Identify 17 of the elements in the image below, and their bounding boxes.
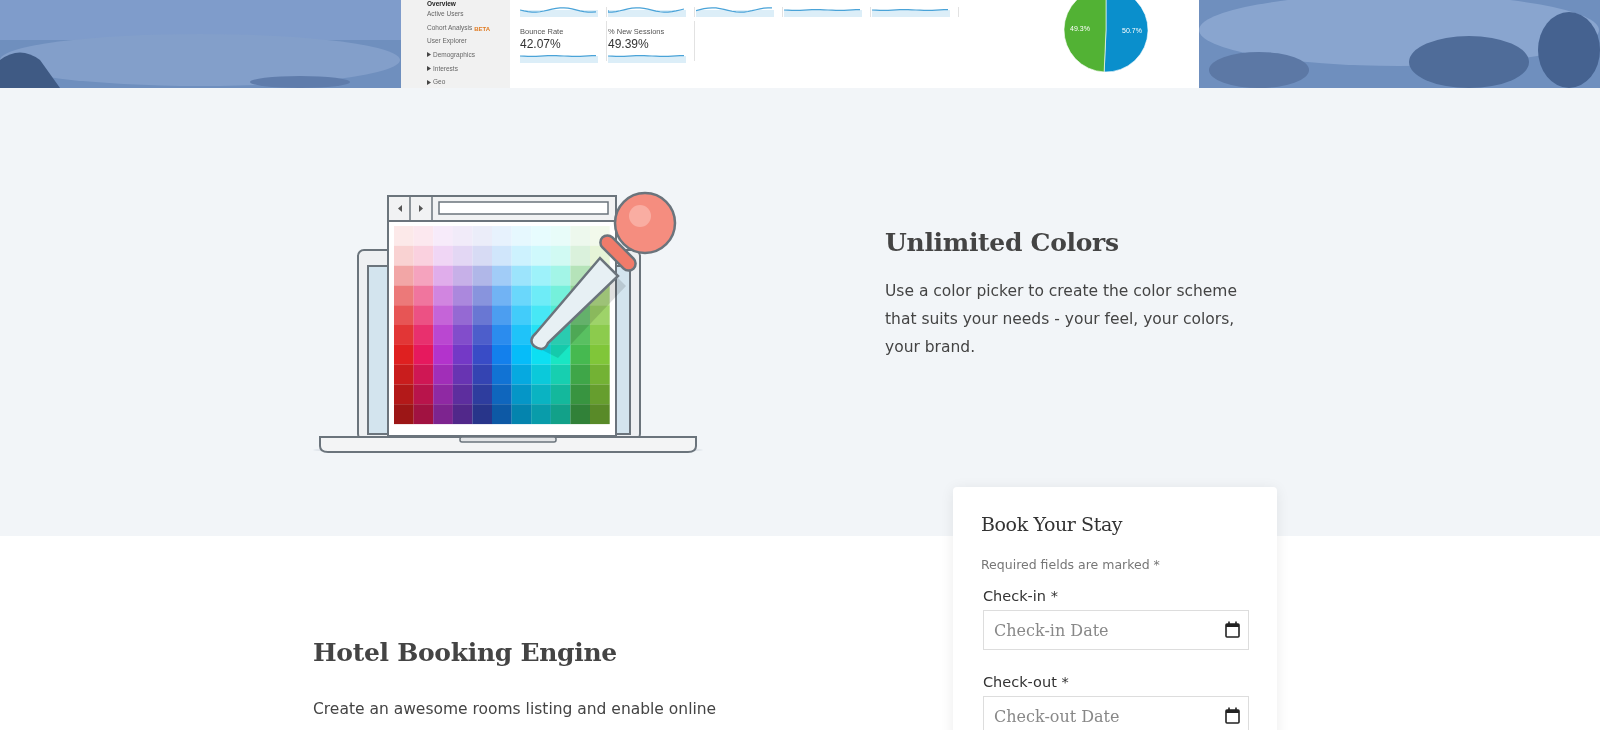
expand-icon [427,52,431,58]
required-note: Required fields are marked * [981,557,1161,572]
date-field[interactable]: Check-in Date [983,610,1249,650]
field-label: Check-out * [983,674,1070,690]
form-title: Book Your Stay [981,513,1124,535]
expand-icon [427,66,431,72]
expand-icon [427,79,431,85]
section-description: Use a color picker to create the color scheme that suits your needs - your feel, your colors, your brand. [885,281,1238,358]
metric-value: 42.07% [520,37,562,51]
metric-value: 49.39% [608,37,650,51]
calendar-icon [1225,707,1240,724]
calendar-icon [1225,621,1240,638]
section-heading: Unlimited Colors [885,228,1120,257]
section-description: Create an awesome rooms listing and enable online [313,699,718,720]
field-label: Check-in * [983,588,1059,604]
date-field[interactable]: Check-out Date [983,696,1249,730]
section-heading: Hotel Booking Engine [313,638,618,667]
